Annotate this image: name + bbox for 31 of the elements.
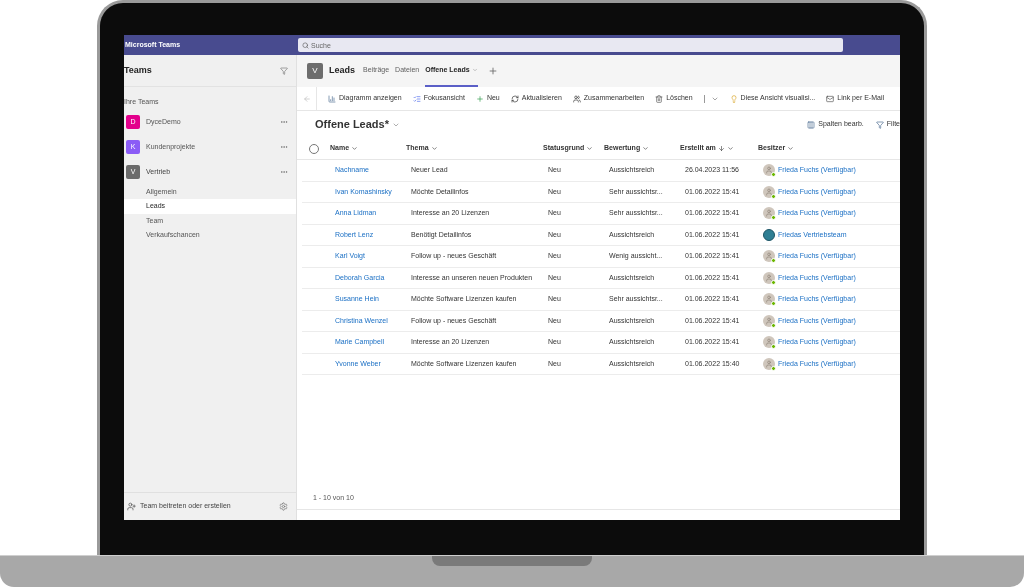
- channel-avatar: V: [307, 63, 323, 79]
- chevron-icon: [726, 145, 734, 152]
- chevron-icon: [586, 145, 594, 152]
- join-team-icon: [127, 502, 136, 511]
- channel-name: Leads: [329, 64, 355, 78]
- sort-arrow-icon: [717, 145, 725, 152]
- bulb-icon: [729, 94, 738, 103]
- refresh-icon: [510, 94, 519, 103]
- columns-icon: [807, 120, 816, 129]
- mail-icon: [826, 94, 835, 103]
- chevron-icon: [787, 145, 795, 152]
- chart-icon: [328, 94, 336, 103]
- delete-icon: [655, 94, 664, 103]
- sidebar-title: Teams: [124, 63, 152, 77]
- select-all-checkbox[interactable]: [308, 143, 319, 154]
- chevron-icon: [351, 145, 359, 152]
- back-icon[interactable]: [302, 94, 311, 103]
- more-icon[interactable]: [280, 143, 288, 151]
- settings-icon[interactable]: [279, 502, 288, 511]
- chevron-icon: [430, 145, 438, 152]
- view-title[interactable]: Offene Leads*: [315, 116, 389, 133]
- more-icon[interactable]: [280, 168, 288, 176]
- add-tab-icon[interactable]: [487, 66, 498, 76]
- team-avatar: [763, 228, 775, 241]
- search-icon: [302, 41, 309, 49]
- focus-icon: [412, 94, 421, 103]
- filter-icon: [875, 120, 884, 129]
- filter-icon[interactable]: [280, 66, 288, 75]
- chevron-icon: [471, 67, 478, 73]
- more-icon[interactable]: [280, 118, 288, 126]
- chevron-icon: [642, 145, 650, 152]
